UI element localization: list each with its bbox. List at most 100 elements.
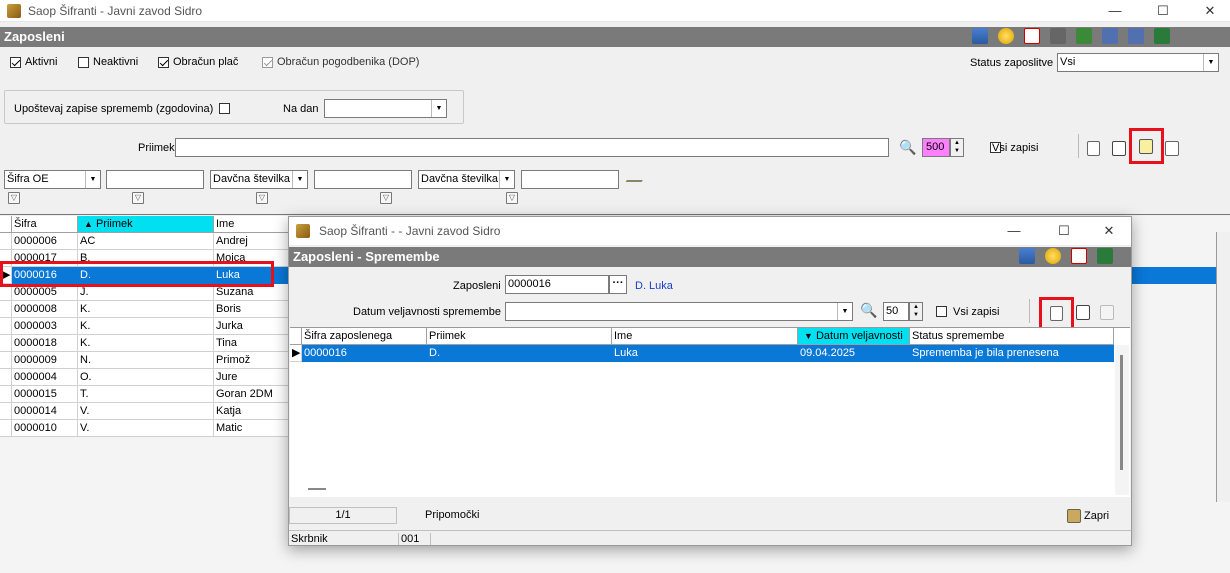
new-change-icon[interactable] xyxy=(1050,306,1063,321)
dialog-minimize-button[interactable]: — xyxy=(999,222,1029,240)
filter-icon[interactable]: ▽ xyxy=(256,192,268,204)
filter-icon[interactable]: ▽ xyxy=(8,192,20,204)
cell-priimek: T. xyxy=(78,386,214,403)
favorite-star-icon[interactable] xyxy=(998,28,1014,44)
column-filter-6[interactable] xyxy=(521,170,619,189)
checkbox-obracun-plac[interactable] xyxy=(158,56,169,68)
chevron-down-icon[interactable]: ▼ xyxy=(837,303,852,320)
datum-veljavnosti-label: Datum veljavnosti spremembe xyxy=(353,306,501,318)
search-icon[interactable]: 🔍 xyxy=(860,302,877,319)
row-indicator xyxy=(0,420,12,437)
changes-history-icon[interactable] xyxy=(1139,139,1153,154)
column-header-ime[interactable]: Ime xyxy=(214,216,294,233)
column-header-priimek[interactable]: Priimek xyxy=(427,328,612,345)
print-icon[interactable] xyxy=(1050,28,1066,44)
favorite-star-icon[interactable] xyxy=(1045,248,1061,264)
horizontal-scroll-thumb[interactable] xyxy=(308,488,326,490)
zapri-label: Zapri xyxy=(1084,510,1110,522)
maximize-button[interactable]: ☐ xyxy=(1148,2,1178,20)
pripomocki-menu[interactable]: Pripomočki xyxy=(425,509,479,521)
cell-priimek: V. xyxy=(78,420,214,437)
zaposleni-label: Zaposleni xyxy=(453,280,501,292)
column-header-datum-veljavnosti[interactable]: ▼ Datum veljavnosti xyxy=(798,328,910,345)
column-filter-4[interactable] xyxy=(314,170,412,189)
column-filter-2[interactable] xyxy=(106,170,204,189)
cell-sifra: 0000003 xyxy=(12,318,78,335)
column-filter-1[interactable]: Šifra OE ▼ xyxy=(4,170,101,189)
vsi-zapisi-label: Vsi zapisi xyxy=(992,142,1039,154)
column-header-sifra[interactable]: Šifra xyxy=(12,216,78,233)
search-icon[interactable]: 🔍 xyxy=(899,139,916,156)
cell-ime: Katja xyxy=(214,403,294,420)
scrollbar-thumb[interactable] xyxy=(1120,355,1123,470)
delete-icon[interactable] xyxy=(1071,248,1087,264)
dialog-vsi-zapisi-label: Vsi zapisi xyxy=(953,306,1000,318)
na-dan-select[interactable]: ▼ xyxy=(324,99,447,118)
toolbar-divider xyxy=(1029,299,1030,323)
filter-obracun-plac[interactable]: Obračun plač xyxy=(158,56,238,68)
export-icon[interactable] xyxy=(1076,28,1092,44)
count-stepper[interactable]: ▲ ▼ xyxy=(950,138,964,157)
table-row[interactable]: ▶ 0000016 D. Luka 09.04.2025 Sprememba je bil… xyxy=(290,345,1114,362)
dialog-grid-indicator-header xyxy=(290,328,302,345)
filter-obracun-pogodbenika[interactable]: Obračun pogodbenika (DOP) xyxy=(262,56,419,68)
column-header-ime[interactable]: Ime xyxy=(612,328,798,345)
chevron-down-icon[interactable]: ▼ xyxy=(499,171,514,188)
bulk-edit-icon[interactable] xyxy=(1165,141,1179,156)
book-icon[interactable] xyxy=(1097,248,1113,264)
chevron-down-icon[interactable]: ▼ xyxy=(1203,54,1218,71)
dialog-section-header: Zaposleni - Spremembe xyxy=(289,247,1131,267)
minimize-button[interactable]: — xyxy=(1100,2,1130,20)
checkbox-aktivni[interactable] xyxy=(10,56,21,68)
priimek-search-input[interactable] xyxy=(175,138,889,157)
cell-ime: Andrej xyxy=(214,233,294,250)
cell-priimek: N. xyxy=(78,352,214,369)
chevron-down-icon[interactable]: ▼ xyxy=(431,100,446,117)
dialog-checkbox-vsi-zapisi[interactable] xyxy=(936,306,947,317)
checkbox-upostevaj[interactable] xyxy=(219,103,230,114)
column-header-priimek[interactable]: ▲ Priimek xyxy=(78,216,214,233)
filter-icon[interactable]: ▽ xyxy=(380,192,392,204)
edit-change-icon[interactable] xyxy=(1076,305,1090,320)
checkbox-obracun-pogodbenika[interactable] xyxy=(262,56,273,68)
ellipsis-button[interactable]: ··· xyxy=(609,275,627,294)
main-grid-scrollbar[interactable] xyxy=(1216,232,1230,502)
grid-settings-icon[interactable] xyxy=(972,28,988,44)
zaposleni-input[interactable]: 0000016 xyxy=(505,275,609,294)
main-toolbar xyxy=(972,28,1170,46)
filter-neaktivni[interactable]: Neaktivni xyxy=(78,56,138,68)
delete-icon[interactable] xyxy=(1024,28,1040,44)
grid-indicator-header xyxy=(0,216,12,233)
close-button[interactable]: ✕ xyxy=(1195,2,1225,20)
filter-icon[interactable]: ▽ xyxy=(132,192,144,204)
row-pointer-icon: ▶ xyxy=(290,345,302,362)
cell-sifra: 0000008 xyxy=(12,301,78,318)
chevron-down-icon[interactable]: ▼ xyxy=(85,171,100,188)
record-count-input[interactable]: 500 xyxy=(922,138,950,157)
dialog-count-input[interactable]: 50 xyxy=(883,302,909,321)
dialog-maximize-button[interactable]: ☐ xyxy=(1049,222,1079,240)
datum-veljavnosti-select[interactable]: ▼ xyxy=(505,302,853,321)
dialog-count-stepper[interactable]: ▲ ▼ xyxy=(909,302,923,321)
filter-icon[interactable]: ▽ xyxy=(506,192,518,204)
copy-icon[interactable] xyxy=(1102,28,1118,44)
clear-filter-icon[interactable] xyxy=(625,174,647,182)
column-filter-3[interactable]: Davčna številka ▼ xyxy=(210,170,308,189)
dialog-close-button[interactable]: ✕ xyxy=(1094,222,1124,240)
cell-ime: Goran 2DM xyxy=(214,386,294,403)
filter-aktivni[interactable]: Aktivni xyxy=(10,56,57,68)
column-header-status-spremembe[interactable]: Status spremembe xyxy=(910,328,1114,345)
grid-settings-icon[interactable] xyxy=(1019,248,1035,264)
zaposleni-name: D. Luka xyxy=(635,280,673,292)
edit-record-icon[interactable] xyxy=(1112,141,1126,156)
dialog-grid-scrollbar[interactable] xyxy=(1115,345,1129,495)
zapri-button[interactable]: Zapri xyxy=(1067,509,1109,523)
new-record-icon[interactable] xyxy=(1087,141,1100,156)
book-icon[interactable] xyxy=(1154,28,1170,44)
column-header-sifra-zaposlenega[interactable]: Šifra zaposlenega xyxy=(302,328,427,345)
status-select[interactable]: Vsi ▼ xyxy=(1057,53,1219,72)
column-filter-5[interactable]: Davčna številka ▼ xyxy=(418,170,515,189)
chevron-down-icon[interactable]: ▼ xyxy=(292,171,307,188)
checkbox-neaktivni[interactable] xyxy=(78,56,89,68)
paste-icon[interactable] xyxy=(1128,28,1144,44)
